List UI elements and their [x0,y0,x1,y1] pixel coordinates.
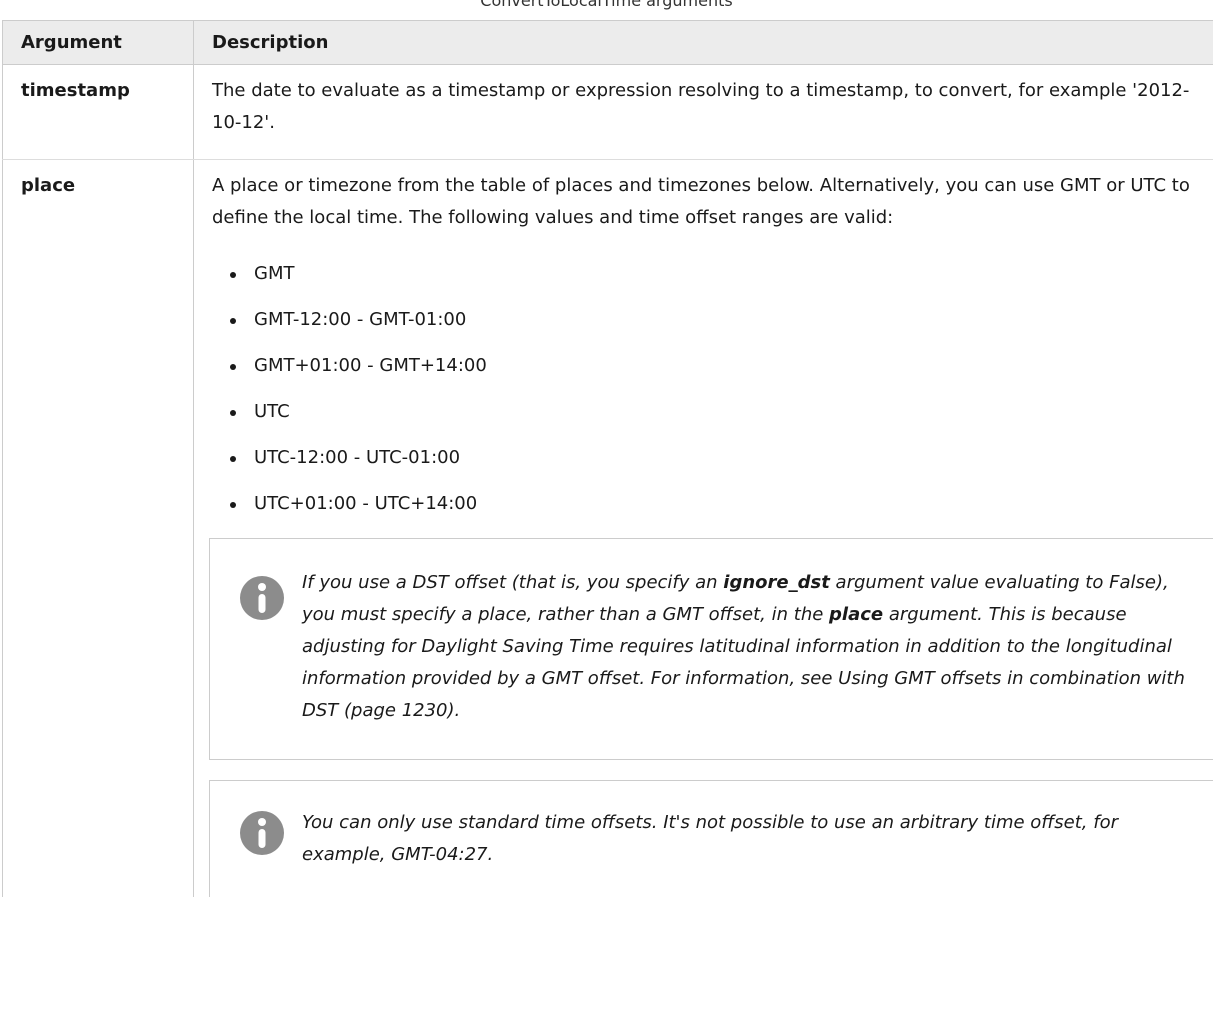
arguments-table: Argument Description timestamp The date … [2,20,1213,897]
valid-values-list: GMT GMT-12:00 - GMT-01:00 GMT+01:00 - GM… [212,258,1201,520]
note-text: You can only use standard time offsets. … [302,812,1118,865]
note-box-dst: If you use a DST offset (that is, you sp… [209,538,1213,760]
header-description: Description [193,20,1213,65]
table-row-place: place A place or timezone from the table… [2,159,1213,897]
list-item: GMT-12:00 - GMT-01:00 [230,304,1201,336]
argument-name: place [2,159,194,897]
header-argument: Argument [2,20,194,65]
table-row-timestamp: timestamp The date to evaluate as a time… [2,64,1213,160]
argument-description: The date to evaluate as a timestamp or e… [193,64,1213,160]
list-item: GMT+01:00 - GMT+14:00 [230,350,1201,382]
list-item: GMT [230,258,1201,290]
code-term-ignore-dst: ignore_dst [723,572,830,593]
argument-description: A place or timezone from the table of pl… [193,159,1213,897]
table-caption: ConvertToLocalTime arguments [480,0,733,10]
note-box-offsets: You can only use standard time offsets. … [209,780,1213,897]
list-item: UTC [230,396,1201,428]
info-icon [240,811,284,855]
info-icon [240,576,284,620]
code-term-place: place [829,604,884,625]
list-item: UTC-12:00 - UTC-01:00 [230,442,1201,474]
note-text: If you use a DST offset (that is, you sp… [302,572,1185,721]
argument-name: timestamp [2,64,194,160]
description-text: The date to evaluate as a timestamp or e… [212,80,1190,133]
description-text: A place or timezone from the table of pl… [212,175,1190,228]
table-header-row: Argument Description [2,20,1213,65]
list-item: UTC+01:00 - UTC+14:00 [230,488,1201,520]
